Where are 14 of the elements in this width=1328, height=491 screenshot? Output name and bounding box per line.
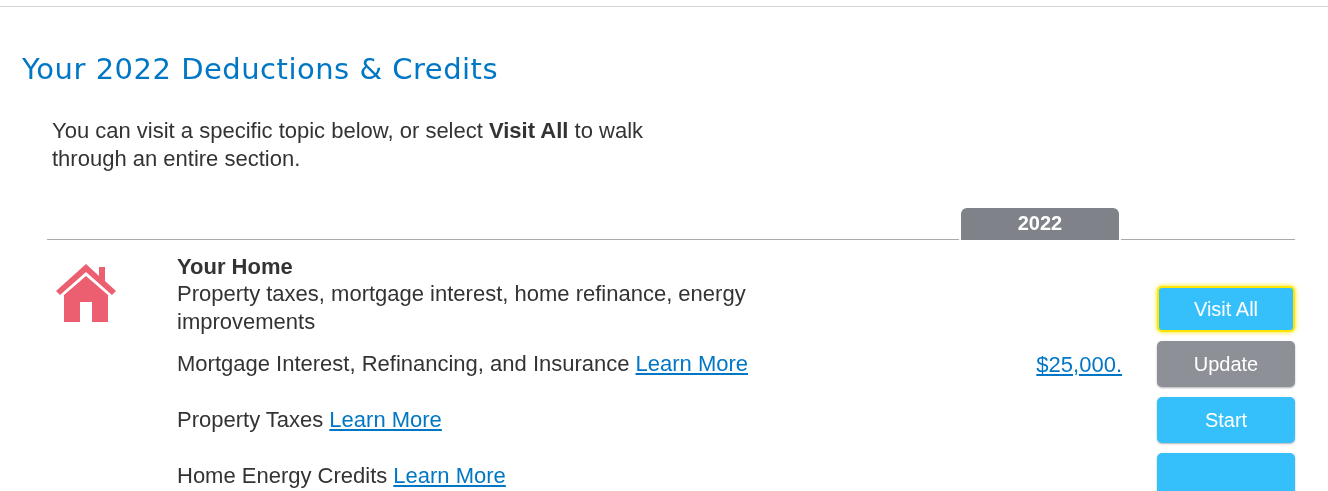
start-button[interactable] <box>1157 453 1295 491</box>
house-icon <box>55 261 117 323</box>
amount-link[interactable]: $25,000. <box>1036 351 1122 377</box>
section-description: Property taxes, mortgage interest, home refinance, energy improvements <box>177 280 747 336</box>
learn-more-link[interactable]: Learn More <box>393 462 506 490</box>
topic-label: Property Taxes <box>177 406 324 434</box>
page-title: Your 2022 Deductions & Credits <box>22 51 500 87</box>
topic-label: Home Energy Credits <box>177 462 388 490</box>
intro-text: You can visit a specific topic below, or select Visit All to walk through an entire section. <box>52 117 645 173</box>
learn-more-link[interactable]: Learn More <box>329 406 442 434</box>
learn-more-link[interactable]: Learn More <box>635 350 748 378</box>
update-button[interactable]: Update <box>1157 341 1295 387</box>
topic-label: Mortgage Interest, Refinancing, and Insurance <box>177 350 630 378</box>
section-title: Your Home <box>177 254 294 280</box>
